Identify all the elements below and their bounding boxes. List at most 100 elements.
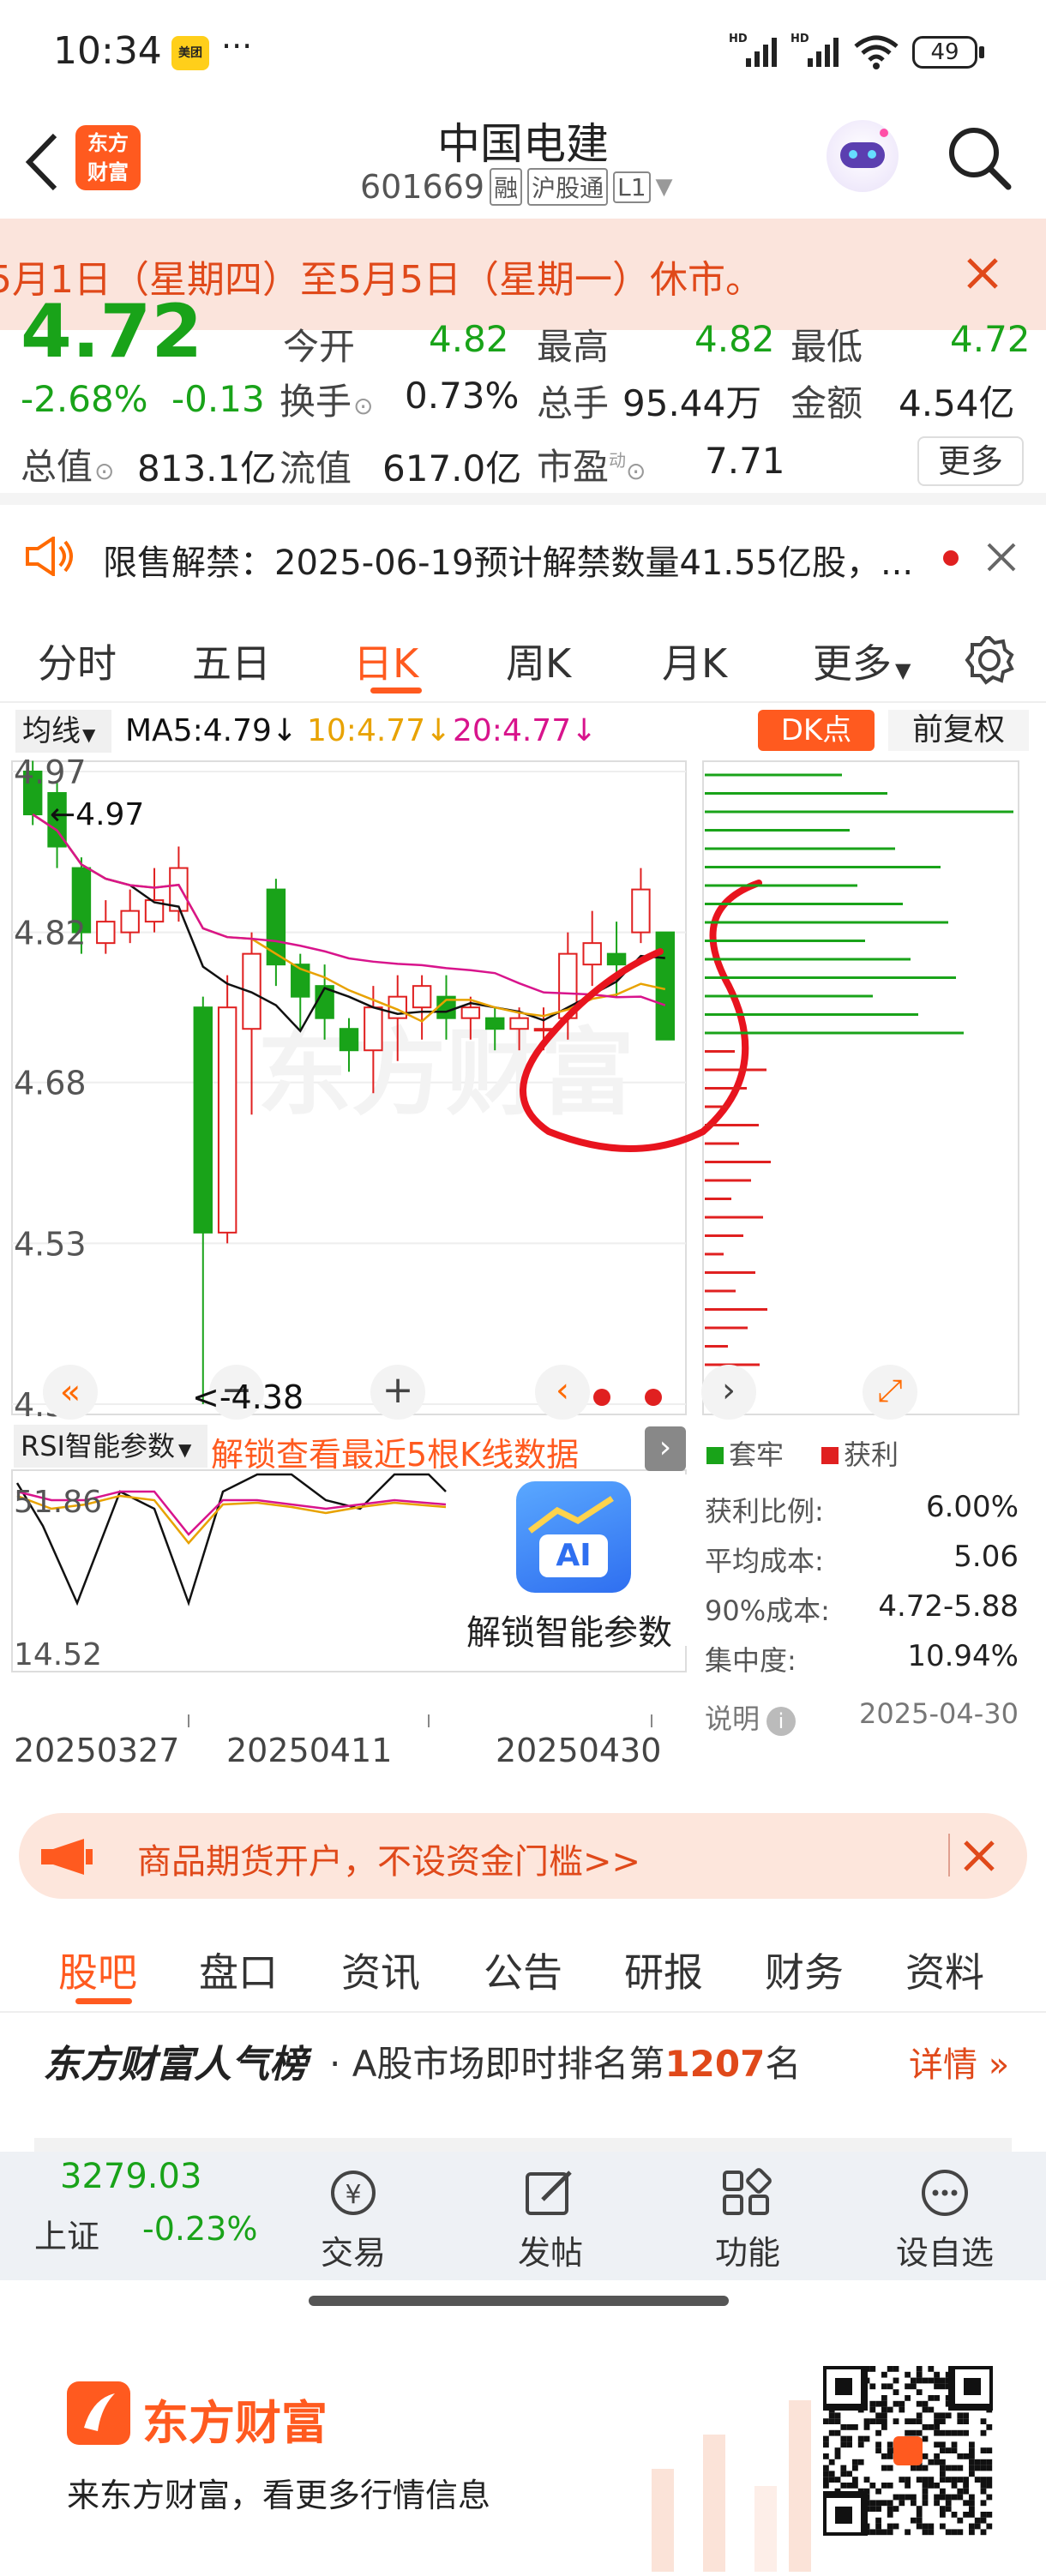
qr-module <box>869 2383 876 2390</box>
index-change[interactable]: -0.23% <box>142 2210 257 2248</box>
nav-functions[interactable]: 功能 <box>679 2167 816 2273</box>
qr-module <box>852 2477 858 2483</box>
chevron-down-icon[interactable]: ▼ <box>656 174 673 200</box>
qr-module <box>928 2483 935 2489</box>
qr-module <box>940 2488 946 2495</box>
float-label: 流值 <box>280 447 352 489</box>
close-icon[interactable] <box>962 1839 996 1873</box>
qr-module <box>928 2523 935 2530</box>
qr-module <box>828 2429 835 2436</box>
tab-active-indicator <box>75 1998 132 2004</box>
info-icon: ⊙ <box>94 457 115 485</box>
qr-module <box>940 2506 946 2512</box>
popularity-rank-row[interactable]: 东方财富人气榜 · A股市场即时排名第1207名 详情 » <box>0 2015 1046 2109</box>
qr-module <box>940 2459 946 2465</box>
qr-module <box>986 2465 993 2471</box>
qr-module <box>963 2412 969 2419</box>
qr-module <box>969 2465 975 2471</box>
status-bar: 10:34 美团 ··· HD HD 49 <box>0 0 1046 103</box>
tab-orderbook[interactable]: 盘口 <box>199 1942 278 1998</box>
chevron-left-icon[interactable]: ‹ <box>535 1365 590 1420</box>
qr-module <box>881 2483 887 2489</box>
qr-module <box>899 2500 905 2507</box>
index-name[interactable]: 上证 <box>34 2210 99 2257</box>
qr-module <box>893 2389 899 2395</box>
info-icon: ⊙ <box>353 392 374 420</box>
qr-module <box>852 2465 858 2471</box>
gear-icon[interactable] <box>964 634 1015 686</box>
qr-module <box>828 2477 835 2483</box>
chip-label: 90%成本: <box>705 1594 830 1627</box>
qr-module <box>980 2418 987 2424</box>
qr-module <box>969 2447 975 2453</box>
index-value[interactable]: 3279.03 <box>60 2157 201 2196</box>
qr-module <box>980 2483 987 2489</box>
search-icon[interactable] <box>945 123 1013 192</box>
nav-add-watchlist[interactable]: 设自选 <box>876 2167 1013 2273</box>
futures-ad-banner[interactable]: 商品期货开户，不设资金门槛>> <box>19 1813 1027 1899</box>
promo-footer: 东方财富 来东方财富，看更多行情信息 <box>0 2332 1046 2576</box>
chevron-right-icon[interactable]: › <box>645 1426 686 1471</box>
tab-intraday[interactable]: 分时 <box>38 633 117 689</box>
qr-module <box>916 2465 923 2471</box>
qr-module <box>840 2424 847 2430</box>
qr-module <box>875 2447 881 2453</box>
tab-weekly-k[interactable]: 周K <box>506 633 571 689</box>
nav-trade[interactable]: ¥ 交易 <box>285 2167 422 2273</box>
rsi-select[interactable]: RSI智能参数 ▼ <box>14 1425 207 1468</box>
stock-header: 东方 财富 中国电建 601669 融 沪股通 L1 ▼ <box>0 103 1046 219</box>
qr-module <box>875 2412 881 2419</box>
chip-label: 平均成本: <box>705 1545 824 1577</box>
tab-monthly-k[interactable]: 月K <box>662 633 727 689</box>
tab-5day[interactable]: 五日 <box>192 633 271 689</box>
unlock-notice-row[interactable]: 限售解禁：2025-06-19预计解禁数量41.55亿股，... <box>0 506 1046 604</box>
close-icon[interactable] <box>965 256 1000 291</box>
close-icon[interactable] <box>986 542 1017 573</box>
chip-note[interactable]: 说明 i <box>705 1697 797 1737</box>
chip-value: 10.94% <box>907 1639 1019 1673</box>
qr-module <box>980 2429 987 2436</box>
tab-news[interactable]: 资讯 <box>341 1942 420 1998</box>
qr-module <box>869 2418 876 2424</box>
chip-value: 4.72-5.88 <box>878 1589 1019 1624</box>
high-marker: ←4.97 <box>50 797 145 832</box>
rank-detail-link[interactable]: 详情 » <box>909 2037 1009 2087</box>
qr-module <box>828 2471 835 2477</box>
tab-finance[interactable]: 财务 <box>765 1942 844 1998</box>
double-chevron-left-icon[interactable]: « <box>43 1365 98 1420</box>
chip-label: 集中度: <box>705 1644 797 1677</box>
qr-module <box>887 2447 893 2453</box>
qr-module <box>928 2366 935 2372</box>
qr-code[interactable] <box>818 2361 998 2541</box>
low-label: 最低 <box>791 326 863 368</box>
qr-module <box>928 2406 935 2413</box>
tab-daily-k[interactable]: 日K <box>353 633 418 689</box>
zoom-in-icon[interactable]: + <box>370 1365 425 1420</box>
rsi-unlock-text[interactable]: 解锁查看最近5根K线数据 <box>211 1428 579 1475</box>
qr-module <box>986 2477 993 2483</box>
qr-module <box>957 2494 964 2501</box>
qr-module <box>963 2453 969 2459</box>
qr-module <box>823 2418 829 2424</box>
qr-module <box>934 2494 940 2501</box>
qr-module <box>945 2447 952 2453</box>
qr-module <box>980 2465 987 2471</box>
expand-icon[interactable]: ⤢ <box>863 1365 917 1420</box>
tab-forum[interactable]: 股吧 <box>58 1942 137 1998</box>
qr-module <box>857 2435 864 2442</box>
qr-module <box>957 2465 964 2471</box>
tab-profile[interactable]: 资料 <box>905 1942 984 1998</box>
tab-research[interactable]: 研报 <box>624 1942 703 1998</box>
nav-post[interactable]: 发帖 <box>482 2167 619 2273</box>
qr-module <box>881 2529 887 2536</box>
chevron-right-icon[interactable]: › <box>701 1365 756 1420</box>
robot-assistant-icon[interactable] <box>827 120 899 192</box>
more-button[interactable]: 更多 <box>917 436 1024 486</box>
qr-module <box>905 2383 911 2390</box>
tab-more[interactable]: 更多 ▼ <box>813 633 911 689</box>
tab-announcements[interactable]: 公告 <box>484 1942 562 1998</box>
promo-brand: 东方财富 <box>142 2396 328 2450</box>
qr-module <box>951 2483 958 2489</box>
ai-unlock-card[interactable]: AI 解锁智能参数 <box>463 1474 688 1653</box>
home-indicator[interactable] <box>309 2296 729 2306</box>
